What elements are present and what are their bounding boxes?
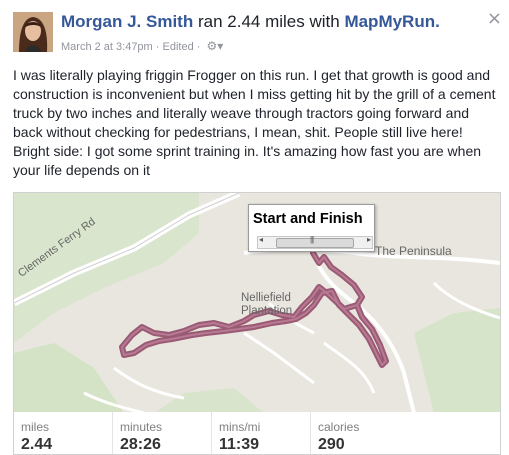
place-label-nelliefield-line1: Nelliefield bbox=[241, 292, 291, 304]
post-action-text: ran 2.44 miles with bbox=[197, 12, 340, 31]
post-timestamp[interactable]: March 2 at 3:47pm bbox=[61, 41, 153, 53]
grip-icon: ||| bbox=[310, 235, 314, 244]
app-name-link[interactable]: MapMyRun. bbox=[344, 12, 439, 31]
author-name-link[interactable]: Morgan J. Smith bbox=[61, 12, 193, 31]
stat-value: 2.44 bbox=[21, 436, 53, 453]
stat-pace: mins/mi 11:39 bbox=[212, 412, 311, 454]
scroll-right-arrow-icon[interactable]: ▸ bbox=[367, 235, 371, 244]
close-icon[interactable]: × bbox=[487, 8, 502, 29]
stat-calories: calories 290 bbox=[311, 412, 499, 454]
stat-label: minutes bbox=[120, 420, 163, 434]
stat-label: calories bbox=[318, 420, 360, 434]
stat-minutes: minutes 28:26 bbox=[113, 412, 212, 454]
place-label-nelliefield: Nelliefield Plantation bbox=[241, 292, 292, 318]
place-label-nelliefield-line2: Plantation bbox=[241, 305, 293, 317]
post-body: I was literally playing friggin Frogger … bbox=[13, 67, 496, 178]
post-headline: Morgan J. Smith ran 2.44 miles with MapM… bbox=[61, 12, 440, 32]
stat-miles: miles 2.44 bbox=[14, 412, 113, 454]
audience-gear-icon[interactable]: ⚙▾ bbox=[206, 39, 223, 53]
edited-label[interactable]: · Edited · bbox=[156, 41, 201, 53]
stat-value: 28:26 bbox=[120, 436, 161, 453]
run-stats-bar: miles 2.44 minutes 28:26 mins/mi 11:39 c… bbox=[13, 412, 501, 455]
avatar[interactable] bbox=[13, 12, 53, 52]
stat-value: 290 bbox=[318, 436, 345, 453]
post-header: Morgan J. Smith ran 2.44 miles with MapM… bbox=[0, 0, 509, 62]
stat-label: mins/mi bbox=[219, 420, 261, 434]
popup-title: Start and Finish bbox=[253, 211, 363, 227]
place-label-peninsula: The Peninsula bbox=[375, 244, 452, 258]
stat-label: miles bbox=[21, 420, 50, 434]
popup-scrollbar[interactable]: ◂ ||| ▸ bbox=[257, 235, 373, 249]
stat-value: 11:39 bbox=[219, 436, 260, 453]
scroll-left-arrow-icon[interactable]: ◂ bbox=[259, 235, 263, 244]
scroll-thumb[interactable]: ||| bbox=[276, 235, 354, 248]
start-finish-popup[interactable]: Start and Finish ◂ ||| ▸ bbox=[248, 204, 375, 252]
post-meta: March 2 at 3:47pm · Edited · ⚙▾ bbox=[61, 39, 223, 53]
